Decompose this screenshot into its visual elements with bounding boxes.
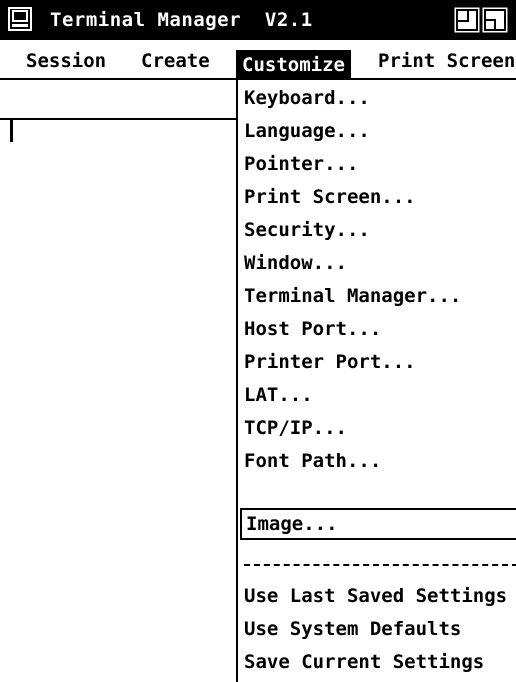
menu-separator — [244, 564, 516, 566]
menu-item-window[interactable]: Window... — [244, 249, 347, 277]
menu-item-lat[interactable]: LAT... — [244, 381, 313, 409]
customize-dropdown: Keyboard... Language... Pointer... Print… — [236, 80, 516, 682]
menu-print-screen[interactable]: Print Screen — [378, 48, 515, 74]
menu-item-save-current-settings[interactable]: Save Current Settings — [244, 648, 484, 676]
menu-item-print-screen[interactable]: Print Screen... — [244, 183, 416, 211]
menu-item-font-path[interactable]: Font Path... — [244, 447, 381, 475]
client-area — [0, 80, 236, 120]
menu-item-image[interactable]: Image... — [240, 508, 516, 540]
terminal-icon[interactable] — [8, 7, 32, 31]
menu-session[interactable]: Session — [26, 48, 106, 74]
menu-item-use-last-saved-settings[interactable]: Use Last Saved Settings — [244, 582, 507, 610]
menu-item-keyboard[interactable]: Keyboard... — [244, 84, 370, 112]
menu-item-language[interactable]: Language... — [244, 117, 370, 145]
menu-item-printer-port[interactable]: Printer Port... — [244, 348, 416, 376]
menu-item-security[interactable]: Security... — [244, 216, 370, 244]
client-border — [10, 120, 13, 142]
restore-icon[interactable] — [454, 7, 480, 33]
menu-bar: Session Create Customize Print Screen — [0, 40, 516, 80]
menu-customize[interactable]: Customize — [236, 50, 351, 80]
menu-item-pointer[interactable]: Pointer... — [244, 150, 358, 178]
menu-item-host-port[interactable]: Host Port... — [244, 315, 381, 343]
window-title: Terminal Manager V2.1 — [50, 9, 313, 31]
maximize-icon[interactable] — [482, 7, 508, 33]
menu-item-tcp-ip[interactable]: TCP/IP... — [244, 414, 347, 442]
menu-item-terminal-manager[interactable]: Terminal Manager... — [244, 282, 461, 310]
menu-item-use-system-defaults[interactable]: Use System Defaults — [244, 615, 461, 643]
title-bar[interactable]: Terminal Manager V2.1 — [0, 0, 516, 40]
window-controls — [454, 7, 508, 33]
menu-create[interactable]: Create — [141, 48, 210, 74]
